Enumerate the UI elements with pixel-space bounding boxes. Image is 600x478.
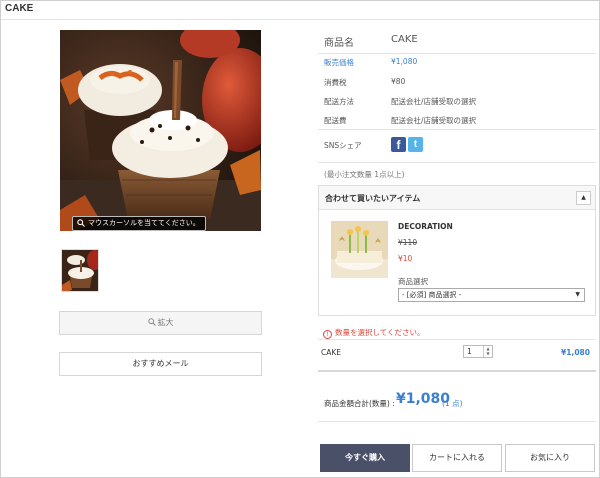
min-order-note: (最小注文数量 1点以上) <box>324 170 405 179</box>
related-item-select-value: - [必須] 商品選択 - <box>402 291 462 299</box>
add-to-favorites-button[interactable]: お気に入り <box>505 444 595 472</box>
dropdown-arrow-icon: ▼ <box>575 291 580 298</box>
page-title: CAKE <box>5 3 34 14</box>
add-to-cart-button[interactable]: カートに入れる <box>412 444 502 472</box>
zoom-button[interactable]: 拡大 <box>59 311 262 335</box>
buy-now-button[interactable]: 今すぐ購入 <box>320 444 410 472</box>
hover-hint-text: マウスカーソルを当ててください。 <box>88 219 200 227</box>
info-divider <box>318 162 596 163</box>
product-name: CAKE <box>391 34 418 45</box>
delivery-label: 配送方法 <box>324 97 354 106</box>
info-divider <box>318 129 596 130</box>
related-items-header: 合わせて買いたいアイテム ▲ <box>319 186 595 210</box>
price-label[interactable]: 販売価格 <box>324 57 354 68</box>
hover-hint: マウスカーソルを当ててください。 <box>72 216 206 231</box>
zoom-label: 拡大 <box>157 318 174 327</box>
total-label: 商品金額合計(数量) : <box>324 399 395 408</box>
related-item-select-label: 商品選択 <box>398 277 428 286</box>
order-divider <box>318 339 596 340</box>
quantity-value: 1 <box>467 347 472 356</box>
magnifier-icon <box>77 219 85 227</box>
name-label: 商品名 <box>324 38 354 49</box>
related-item-select[interactable]: - [必須] 商品選択 - ▼ <box>398 288 585 302</box>
related-item-image[interactable] <box>331 221 388 278</box>
sns-label: SNSシェア <box>324 141 362 150</box>
order-divider <box>318 370 596 372</box>
info-divider <box>318 53 596 54</box>
decrement-icon[interactable]: ▼ <box>484 351 492 356</box>
tax-label: 消費税 <box>324 78 347 87</box>
related-items-panel: 合わせて買いたいアイテム ▲ DECORATION ¥110 ¥10 商品選択 … <box>318 185 596 316</box>
shipping-value: 配送会社/店舗受取の選択 <box>391 116 477 125</box>
quantity-stepper[interactable]: 1 ▲ ▼ <box>463 345 493 358</box>
total-count: (1 点) <box>442 399 463 408</box>
quantity-warning: ! 数量を選択してください。 <box>323 327 425 339</box>
product-thumbnail[interactable] <box>61 249 99 292</box>
order-item-price: ¥1,080 <box>561 348 590 357</box>
facebook-share-icon[interactable]: f <box>391 137 406 152</box>
title-divider <box>1 19 599 20</box>
quantity-warning-text: 数量を選択してください。 <box>335 328 425 337</box>
related-item-sale-price: ¥10 <box>398 254 413 263</box>
shipping-label: 配送費 <box>324 116 347 125</box>
twitter-share-icon[interactable]: t <box>408 137 423 152</box>
recommend-email-button[interactable]: おすすめメール <box>59 352 262 376</box>
related-items-title: 合わせて買いたいアイテム <box>325 194 421 203</box>
quantity-step-buttons[interactable]: ▲ ▼ <box>483 346 492 357</box>
related-item-name[interactable]: DECORATION <box>398 222 453 231</box>
total-divider <box>318 421 596 422</box>
collapse-icon[interactable]: ▲ <box>576 191 591 205</box>
warning-icon: ! <box>323 330 332 339</box>
product-tax: ¥80 <box>391 77 406 86</box>
product-main-image[interactable]: マウスカーソルを当ててください。 <box>60 30 261 231</box>
delivery-value: 配送会社/店舗受取の選択 <box>391 97 477 106</box>
order-item-name: CAKE <box>321 348 342 357</box>
zoom-icon <box>147 318 158 327</box>
related-item-old-price: ¥110 <box>398 238 418 247</box>
product-price: ¥1,080 <box>391 57 418 66</box>
